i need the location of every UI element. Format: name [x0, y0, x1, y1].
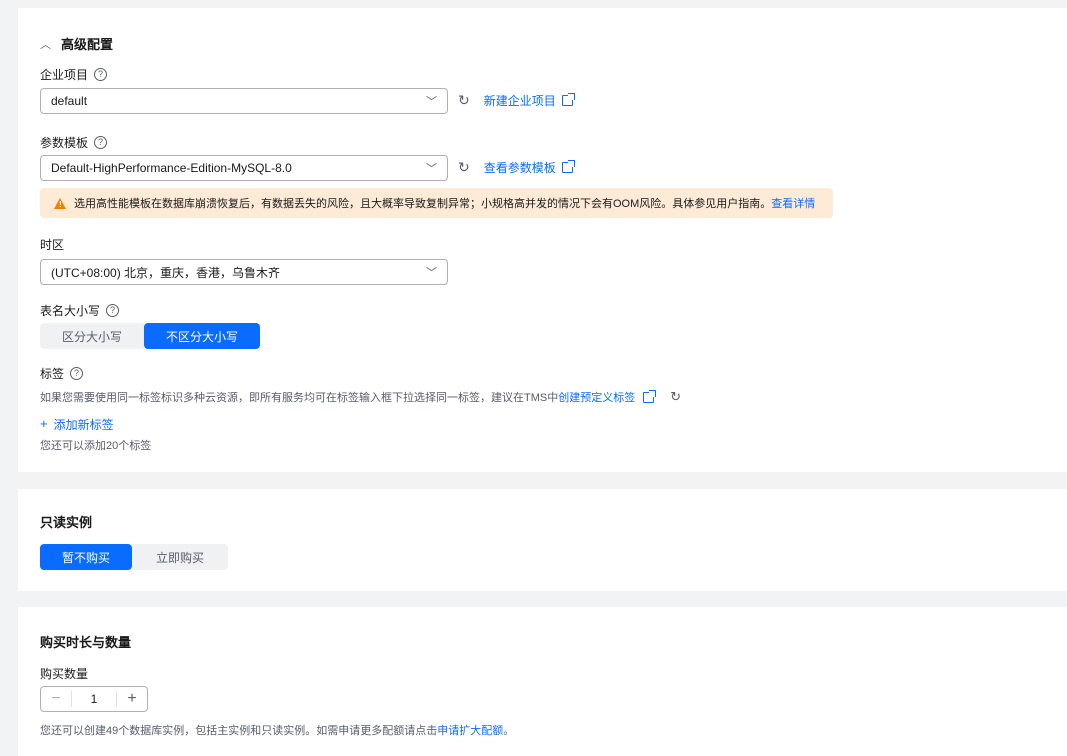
warning-text: 选用高性能模板在数据库崩溃恢复后，有数据丢失的风险，且大概率导致复制异常；小规格…	[74, 198, 816, 210]
refresh-icon[interactable]: ↻	[458, 159, 470, 176]
enterprise-project-value: default	[51, 94, 88, 108]
advanced-config-card: ︿ 高级配置 企业项目 ? default ﹀ ↻ 新建企业项目 参数模板 ? …	[18, 8, 1067, 472]
performance-warning: ! 选用高性能模板在数据库崩溃恢复后，有数据丢失的风险，且大概率导致复制异常；小…	[40, 188, 833, 218]
case-insensitive-option[interactable]: 不区分大小写	[144, 323, 261, 349]
param-template-value: Default-HighPerformance-Edition-MySQL-8.…	[51, 161, 292, 175]
advanced-config-title: 高级配置	[61, 37, 114, 52]
quota-hint: 您还可以创建49个数据库实例，包括主实例和只读实例。如需申请更多配额请点击申请扩…	[40, 725, 515, 737]
readonly-instance-title: 只读实例	[40, 515, 93, 530]
purchase-title: 购买时长与数量	[40, 635, 132, 650]
timezone-label: 时区	[40, 238, 65, 252]
purchase-card: 购买时长与数量 购买数量 − 1 + 您还可以创建49个数据库实例，包括主实例和…	[18, 607, 1067, 756]
tags-hint: 如果您需要使用同一标签标识多种云资源，即所有服务均可在标签输入框下拉选择同一标签…	[40, 389, 682, 405]
chevron-down-icon: ﹀	[426, 163, 437, 175]
advanced-config-toggle[interactable]: ︿ 高级配置	[40, 34, 113, 53]
help-icon[interactable]: ?	[70, 367, 84, 380]
external-link-icon	[561, 160, 575, 173]
enterprise-project-label: 企业项目 ?	[40, 66, 108, 83]
chevron-down-icon: ﹀	[426, 96, 437, 108]
case-sensitive-option[interactable]: 区分大小写	[40, 323, 145, 349]
refresh-icon[interactable]: ↻	[458, 92, 470, 109]
param-template-select[interactable]: Default-HighPerformance-Edition-MySQL-8.…	[40, 155, 448, 181]
view-param-template-link[interactable]: 查看参数模板	[484, 159, 556, 176]
add-tag-label: 添加新标签	[53, 418, 114, 432]
tags-remaining: 您还可以添加20个标签	[40, 440, 152, 452]
quantity-stepper[interactable]: − 1 +	[40, 686, 148, 712]
view-details-link[interactable]: 查看详情	[771, 198, 815, 210]
add-tag-button[interactable]: + 添加新标签	[40, 416, 114, 433]
help-icon[interactable]: ?	[94, 136, 108, 149]
chevron-down-icon: ﹀	[426, 267, 437, 279]
readonly-instance-card: 只读实例 暂不购买 立即购买	[18, 489, 1067, 591]
param-template-label: 参数模板 ?	[40, 134, 108, 151]
warning-icon: !	[54, 197, 66, 209]
create-predefined-tag-link[interactable]: 创建预定义标签	[558, 389, 635, 405]
help-icon[interactable]: ?	[94, 68, 108, 81]
table-case-segmented: 区分大小写 不区分大小写	[40, 323, 261, 349]
enterprise-project-select[interactable]: default ﹀	[40, 88, 448, 114]
timezone-select[interactable]: (UTC+08:00) 北京，重庆，香港，乌鲁木齐 ﹀	[40, 259, 448, 285]
increment-button[interactable]: +	[117, 690, 147, 708]
quantity-value[interactable]: 1	[71, 691, 117, 707]
timezone-value: (UTC+08:00) 北京，重庆，香港，乌鲁木齐	[51, 265, 281, 280]
request-quota-link[interactable]: 申请扩大配额	[437, 725, 503, 737]
decrement-button[interactable]: −	[41, 690, 71, 708]
table-case-label: 表名大小写 ?	[40, 302, 120, 319]
no-purchase-option[interactable]: 暂不购买	[40, 544, 133, 570]
param-template-actions: ↻ 查看参数模板	[458, 159, 575, 176]
enterprise-project-actions: ↻ 新建企业项目	[458, 92, 575, 109]
readonly-instance-segmented: 暂不购买 立即购买	[40, 544, 229, 570]
help-icon[interactable]: ?	[106, 304, 120, 317]
tags-label: 标签 ?	[40, 365, 84, 382]
buy-now-option[interactable]: 立即购买	[132, 544, 229, 570]
external-link-icon	[561, 93, 575, 106]
external-link-icon	[643, 389, 657, 403]
refresh-icon[interactable]: ↻	[670, 389, 681, 405]
collapse-icon: ︿	[40, 38, 51, 51]
quantity-label: 购买数量	[40, 667, 89, 681]
plus-icon: +	[40, 416, 48, 431]
create-enterprise-project-link[interactable]: 新建企业项目	[484, 92, 556, 109]
